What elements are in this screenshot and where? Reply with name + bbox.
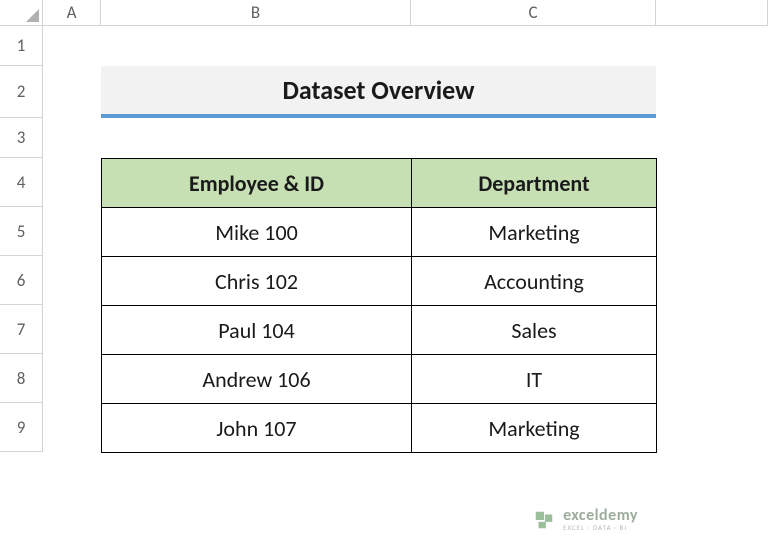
table-row: John 107 Marketing: [102, 404, 657, 453]
table-header-row: Employee & ID Department: [102, 159, 657, 208]
row-headers: 1 2 3 4 5 6 7 8 9: [0, 26, 43, 452]
cell-employee[interactable]: Andrew 106: [102, 355, 412, 404]
watermark-text: exceldemy EXCEL · DATA · BI: [563, 508, 638, 531]
cell-department[interactable]: IT: [412, 355, 657, 404]
row-header-2[interactable]: 2: [0, 66, 43, 118]
watermark: exceldemy EXCEL · DATA · BI: [533, 508, 638, 531]
column-header-A[interactable]: A: [43, 0, 101, 26]
cell-department[interactable]: Accounting: [412, 257, 657, 306]
table-row: Chris 102 Accounting: [102, 257, 657, 306]
watermark-brand: exceldemy: [563, 508, 638, 524]
cell-department[interactable]: Marketing: [412, 208, 657, 257]
page-title[interactable]: Dataset Overview: [101, 66, 656, 118]
cell-department[interactable]: Sales: [412, 306, 657, 355]
table-row: Andrew 106 IT: [102, 355, 657, 404]
logo-icon: [533, 509, 555, 531]
cell-employee[interactable]: Chris 102: [102, 257, 412, 306]
header-department[interactable]: Department: [412, 159, 657, 208]
worksheet-grid[interactable]: Dataset Overview Employee & ID Departmen…: [43, 26, 768, 551]
row-header-4[interactable]: 4: [0, 158, 43, 207]
cell-department[interactable]: Marketing: [412, 404, 657, 453]
row-header-8[interactable]: 8: [0, 354, 43, 403]
row-header-1[interactable]: 1: [0, 26, 43, 66]
cell-employee[interactable]: John 107: [102, 404, 412, 453]
table-row: Mike 100 Marketing: [102, 208, 657, 257]
row-header-6[interactable]: 6: [0, 256, 43, 305]
row-header-7[interactable]: 7: [0, 305, 43, 354]
column-header-B[interactable]: B: [101, 0, 411, 26]
row-header-9[interactable]: 9: [0, 403, 43, 452]
column-header-C[interactable]: C: [411, 0, 656, 26]
column-header-rest: [656, 0, 768, 26]
row-header-3[interactable]: 3: [0, 118, 43, 158]
select-all-cell[interactable]: [0, 0, 43, 26]
row-header-5[interactable]: 5: [0, 207, 43, 256]
data-table: Employee & ID Department Mike 100 Market…: [101, 158, 657, 453]
header-employee-id[interactable]: Employee & ID: [102, 159, 412, 208]
watermark-tagline: EXCEL · DATA · BI: [563, 524, 638, 531]
cell-employee[interactable]: Mike 100: [102, 208, 412, 257]
table-row: Paul 104 Sales: [102, 306, 657, 355]
column-headers: A B C: [43, 0, 768, 26]
cell-employee[interactable]: Paul 104: [102, 306, 412, 355]
